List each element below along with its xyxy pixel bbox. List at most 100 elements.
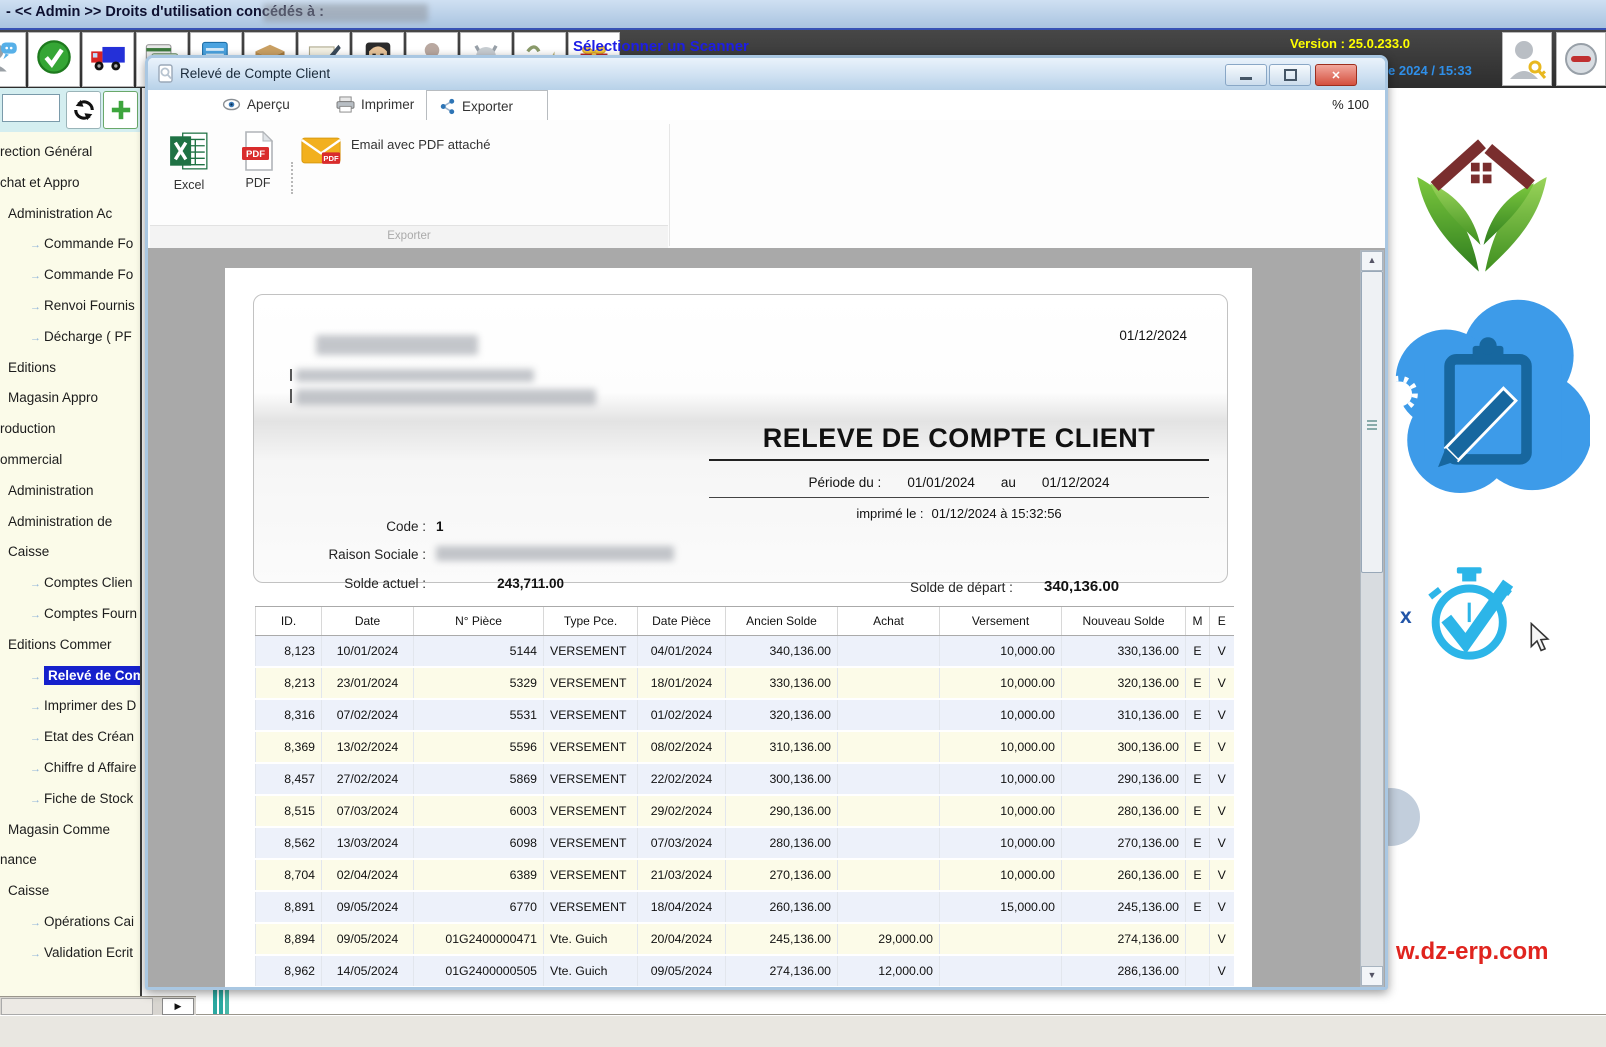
sidebar-item[interactable]: →Etat des Créan (30, 725, 140, 749)
table-cell: 22/02/2024 (638, 763, 726, 795)
table-cell: VERSEMENT (544, 795, 638, 827)
redacted-mark (290, 369, 292, 381)
solde-depart-value: 340,136.00 (1044, 578, 1119, 595)
tab-apercu[interactable]: Aperçu (210, 90, 302, 119)
ribbon-separator (291, 162, 293, 194)
refresh-button[interactable] (66, 91, 101, 129)
sidebar-item[interactable]: Administration de (8, 510, 140, 534)
sidebar-item[interactable]: Editions Commer (8, 633, 140, 657)
sidebar-item[interactable]: Administration (8, 479, 140, 503)
dialog-titlebar[interactable]: Relevé de Compte Client ✕ (148, 58, 1385, 90)
sidebar-item[interactable]: →Comptes Fourn (30, 602, 140, 626)
sidebar-item[interactable]: Caisse (8, 540, 140, 564)
sidebar-item-label: rection Général (0, 144, 92, 159)
table-cell: 15,000.00 (940, 891, 1062, 923)
sidebar-item[interactable]: Magasin Appro (8, 386, 140, 410)
sidebar-item[interactable]: Editions (8, 356, 140, 380)
hscroll-right-button[interactable]: ▶ (162, 998, 194, 1015)
sidebar-item[interactable]: →Décharge ( PF (30, 325, 140, 349)
table-cell: 286,136.00 (1062, 955, 1186, 987)
sidebar-item[interactable]: →Validation Ecrit (30, 941, 140, 965)
power-button[interactable] (1556, 32, 1606, 86)
period-sep: au (1001, 475, 1016, 490)
table-cell (838, 667, 940, 699)
printed-value: 01/12/2024 à 15:32:56 (932, 506, 1062, 521)
scroll-down-button[interactable]: ▼ (1361, 966, 1383, 986)
sidebar-item[interactable]: chat et Appro (0, 171, 140, 195)
tree-arrow-icon: → (30, 917, 41, 929)
validate-button[interactable] (28, 32, 80, 87)
sidebar-item[interactable]: roduction (0, 417, 140, 441)
sidebar-item-label: Administration de (8, 514, 112, 529)
user-chat-button[interactable] (0, 32, 26, 87)
column-header: Type Pce. (544, 607, 638, 636)
sidebar-item-label: Magasin Appro (8, 390, 98, 405)
table-cell: VERSEMENT (544, 731, 638, 763)
redacted-company-line (296, 389, 596, 405)
printer-icon (336, 96, 355, 113)
table-cell: 10,000.00 (940, 763, 1062, 795)
column-header: N° Pièce (414, 607, 544, 636)
truck-button[interactable] (82, 32, 134, 87)
sidebar-item[interactable]: →Relevé de Comp (30, 664, 140, 688)
maximize-button[interactable] (1269, 64, 1311, 86)
tab-label: Exporter (462, 99, 513, 114)
mouse-cursor (1527, 622, 1553, 657)
scroll-up-button[interactable]: ▲ (1361, 251, 1383, 271)
column-header: E (1210, 607, 1234, 636)
minimize-button[interactable] (1225, 64, 1267, 86)
hscroll-thumb[interactable] (1, 998, 153, 1015)
period-from: 01/01/2024 (907, 475, 975, 490)
sidebar-item[interactable]: →Comptes Clien (30, 571, 140, 595)
sidebar-item-label: Décharge ( PF (44, 329, 132, 344)
search-input[interactable] (2, 94, 60, 122)
cloud-clipboard-logo (1388, 288, 1590, 503)
table-cell: 8,894 (256, 923, 322, 955)
table-cell: E (1186, 667, 1210, 699)
tree-arrow-icon: → (30, 301, 41, 313)
table-cell: 12,000.00 (838, 955, 940, 987)
sidebar-item[interactable]: →Commande Fo (30, 232, 140, 256)
table-cell: 29,000.00 (838, 923, 940, 955)
sidebar-item[interactable]: →Commande Fo (30, 263, 140, 287)
close-button[interactable]: ✕ (1315, 64, 1357, 86)
table-cell: 14/05/2024 (322, 955, 414, 987)
sidebar-item-label: nance (0, 852, 37, 867)
sidebar-item[interactable]: rection Général (0, 140, 140, 164)
sidebar-item[interactable]: →Renvoi Fournis (30, 294, 140, 318)
table-cell: 300,136.00 (726, 763, 838, 795)
table-cell: 13/03/2024 (322, 827, 414, 859)
sidebar-item[interactable]: →Imprimer des D (30, 694, 140, 718)
preview-vscrollbar[interactable]: ▲ ▼ (1360, 250, 1384, 987)
tree-arrow-icon: → (30, 794, 41, 806)
tab-exporter[interactable]: Exporter (426, 90, 548, 122)
table-row: 8,89409/05/202401G2400000471Vte. Guich20… (256, 923, 1234, 955)
email-pdf-button[interactable]: PDF Email avec PDF attaché (300, 134, 490, 167)
sidebar-item[interactable]: Caisse (8, 879, 140, 903)
table-cell: 8,891 (256, 891, 322, 923)
table-cell: V (1210, 636, 1234, 668)
period-to: 01/12/2024 (1042, 475, 1110, 490)
sidebar-item[interactable]: Magasin Comme (8, 818, 140, 842)
email-label: Email avec PDF attaché (351, 137, 490, 152)
scroll-thumb[interactable] (1361, 271, 1383, 573)
power-icon (1561, 39, 1601, 79)
user-key-button[interactable] (1502, 32, 1552, 86)
sidebar-hscrollbar[interactable]: ▶ (0, 996, 196, 1015)
sidebar-item[interactable]: Administration Ac (8, 202, 140, 226)
table-cell: 330,136.00 (1062, 636, 1186, 668)
sidebar-item[interactable]: →Fiche de Stock (30, 787, 140, 811)
tab-imprimer[interactable]: Imprimer (324, 90, 426, 119)
export-pdf-button[interactable]: PDF PDF (232, 130, 284, 190)
add-button[interactable] (103, 91, 138, 129)
table-cell (838, 795, 940, 827)
table-cell: E (1186, 636, 1210, 668)
sidebar-item[interactable]: →Chiffre d Affaire (30, 756, 140, 780)
sidebar-item[interactable]: →Opérations Cai (30, 910, 140, 934)
excel-icon (168, 130, 210, 172)
table-cell: 07/03/2024 (638, 827, 726, 859)
sidebar-item[interactable]: ommercial (0, 448, 140, 472)
sidebar-item[interactable]: nance (0, 848, 140, 872)
table-cell: 8,316 (256, 699, 322, 731)
export-excel-button[interactable]: Excel (158, 130, 220, 192)
